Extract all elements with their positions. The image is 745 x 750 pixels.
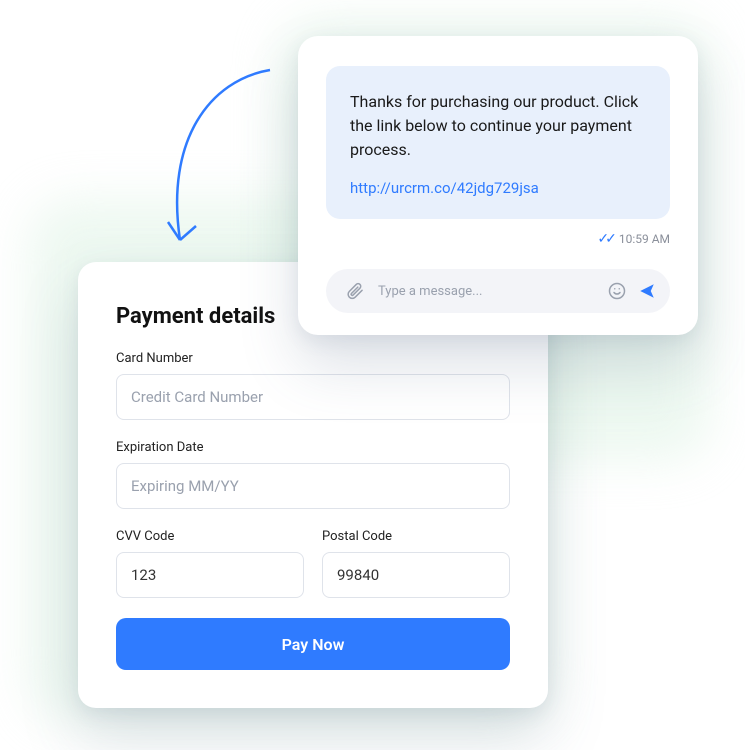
- postal-label: Postal Code: [322, 529, 510, 544]
- chat-message-text: Thanks for purchasing our product. Click…: [350, 90, 646, 162]
- pay-now-button[interactable]: Pay Now: [116, 618, 510, 670]
- chat-message-meta: ✓✓ 10:59 AM: [326, 231, 670, 247]
- chat-message-link[interactable]: http://urcrm.co/42jdg729jsa: [350, 179, 539, 197]
- chat-card: Thanks for purchasing our product. Click…: [298, 36, 698, 335]
- card-number-label: Card Number: [116, 351, 510, 366]
- expiration-input[interactable]: [116, 463, 510, 509]
- postal-input[interactable]: [322, 552, 510, 598]
- chat-composer: [326, 269, 670, 313]
- card-number-input[interactable]: [116, 374, 510, 420]
- attachment-icon[interactable]: [340, 276, 370, 306]
- postal-field: Postal Code: [322, 529, 510, 598]
- emoji-icon[interactable]: [602, 276, 632, 306]
- cvv-field: CVV Code: [116, 529, 304, 598]
- chat-message-bubble: Thanks for purchasing our product. Click…: [326, 66, 670, 219]
- send-icon[interactable]: [632, 276, 662, 306]
- read-receipt-icon: ✓✓: [597, 231, 612, 247]
- card-number-field: Card Number: [116, 351, 510, 420]
- expiration-field: Expiration Date: [116, 440, 510, 509]
- expiration-label: Expiration Date: [116, 440, 510, 455]
- chat-timestamp: 10:59 AM: [619, 232, 670, 246]
- cvv-input[interactable]: [116, 552, 304, 598]
- chat-input[interactable]: [370, 284, 602, 299]
- cvv-label: CVV Code: [116, 529, 304, 544]
